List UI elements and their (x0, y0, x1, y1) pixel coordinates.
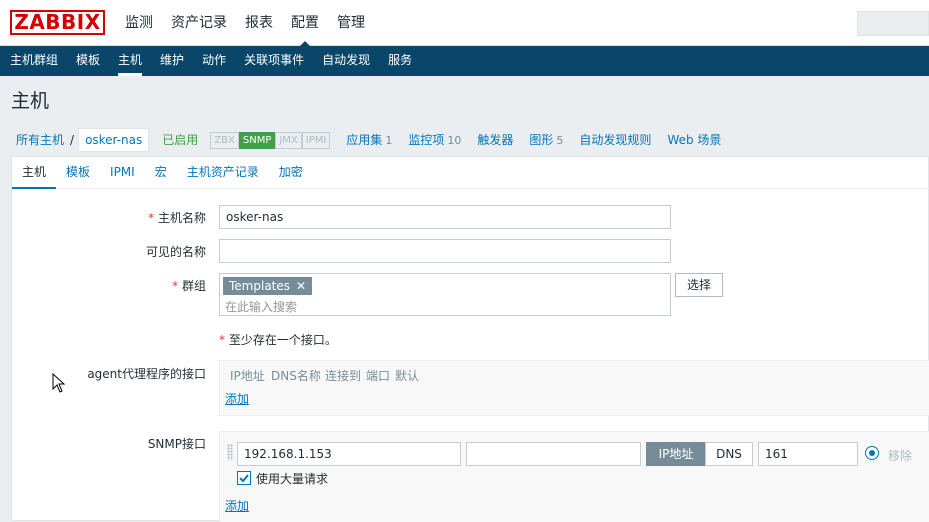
agent-interfaces-block: IP地址 DNS名称 连接到 端口 默认 添加 (219, 360, 929, 416)
main-menu: 监测 资产记录 报表 配置 管理 (116, 0, 374, 47)
host-name-input[interactable]: osker-nas (219, 205, 671, 229)
interface-required-note: 至少存在一个接口。 (219, 331, 337, 348)
status-enabled-link[interactable]: 已启用 (162, 129, 198, 151)
applications-label: 应用集 (346, 132, 383, 147)
mouse-cursor-icon (52, 373, 66, 393)
menu-reports[interactable]: 报表 (236, 0, 282, 46)
web-scenarios-label: Web 场景 (667, 133, 722, 147)
col-default: 默认 (395, 369, 420, 383)
graphs-count: 5 (556, 133, 564, 147)
col-port: 端口 (366, 369, 391, 383)
submenu-event-correlation[interactable]: 关联项事件 (235, 46, 313, 76)
groups-multiselect[interactable]: Templates ✕ 在此输入搜索 (219, 273, 671, 316)
agent-interface-label: agent代理程序的接口 (87, 367, 206, 381)
check-icon (239, 474, 249, 483)
tab-encryption[interactable]: 加密 (269, 157, 313, 188)
zabbix-logo[interactable]: ZABBIX (10, 10, 105, 35)
host-navigation: 所有主机 / osker-nas 已启用 ZBX SNMP JMX IPMI 应… (11, 128, 721, 152)
all-hosts-link[interactable]: 所有主机 (11, 129, 69, 151)
remove-chip-icon[interactable]: ✕ (296, 277, 306, 295)
submenu-discovery[interactable]: 自动发现 (313, 46, 379, 76)
remove-interface-link[interactable]: 移除 (888, 447, 912, 464)
items-link[interactable]: 监控项 10 (408, 129, 461, 152)
group-chip-templates: Templates ✕ (223, 277, 313, 295)
items-count: 10 (447, 133, 462, 147)
snmp-port-input[interactable]: 161 (758, 442, 858, 466)
menu-configuration[interactable]: 配置 (282, 0, 328, 47)
snmp-ip-input[interactable]: 192.168.1.153 (237, 442, 461, 466)
tab-macros[interactable]: 宏 (145, 157, 177, 188)
default-interface-radio[interactable] (865, 446, 879, 460)
groups-label: 群组 (172, 277, 206, 294)
menu-administration[interactable]: 管理 (328, 0, 374, 46)
ipmi-badge: IPMI (301, 131, 331, 149)
graphs-label: 图形 (529, 132, 554, 147)
items-label: 监控项 (408, 132, 445, 147)
global-search-input[interactable] (857, 11, 929, 36)
col-ip: IP地址 (230, 369, 265, 383)
submenu-templates[interactable]: 模板 (67, 46, 109, 76)
agent-add-link[interactable]: 添加 (225, 390, 249, 407)
connect-dns-toggle[interactable]: DNS (705, 442, 753, 466)
bulk-requests-label: 使用大量请求 (256, 472, 329, 486)
sub-menu: 主机群组 模板 主机 维护 动作 关联项事件 自动发现 服务 (0, 46, 929, 76)
submenu-host-groups[interactable]: 主机群组 (1, 46, 67, 76)
page-title: 主机 (11, 90, 50, 112)
zbx-badge: ZBX (210, 131, 239, 149)
submenu-actions[interactable]: 动作 (193, 46, 235, 76)
triggers-label: 触发器 (477, 133, 514, 147)
current-host-crumb[interactable]: osker-nas (78, 128, 150, 152)
jmx-badge: JMX (275, 131, 302, 149)
visible-name-label: 可见的名称 (145, 245, 206, 259)
tab-host-inventory[interactable]: 主机资产记录 (177, 157, 269, 188)
submenu-services[interactable]: 服务 (379, 46, 421, 76)
col-connect: 连接到 (325, 369, 362, 383)
snmp-badge: SNMP (238, 131, 276, 149)
triggers-link[interactable]: 触发器 (477, 129, 513, 151)
visible-name-input[interactable] (219, 239, 671, 263)
snmp-interfaces-block: 192.168.1.153 IP地址 DNS 161 移除 使用大量请求 添加 (219, 431, 929, 522)
availability-badges: ZBX SNMP JMX IPMI (210, 131, 331, 149)
discovery-rules-label: 自动发现规则 (579, 133, 652, 147)
select-groups-button[interactable]: 选择 (675, 273, 723, 297)
tab-templates[interactable]: 模板 (56, 157, 100, 188)
discovery-rules-link[interactable]: 自动发现规则 (579, 129, 651, 151)
col-dns: DNS名称 (271, 369, 321, 383)
tab-ipmi[interactable]: IPMI (100, 157, 145, 188)
submenu-maintenance[interactable]: 维护 (151, 46, 193, 76)
snmp-interface-label: SNMP接口 (147, 437, 206, 451)
top-header: ZABBIX 监测 资产记录 报表 配置 管理 (0, 0, 929, 47)
host-form: 主机 模板 IPMI 宏 主机资产记录 加密 主机名称 osker-nas 可见… (11, 156, 929, 522)
web-scenarios-link[interactable]: Web 场景 (667, 129, 721, 151)
snmp-dns-input[interactable] (466, 442, 641, 466)
group-chip-label: Templates (229, 279, 291, 293)
host-name-label: 主机名称 (148, 209, 206, 226)
tab-host[interactable]: 主机 (12, 157, 57, 189)
applications-count: 1 (385, 133, 393, 147)
breadcrumb-separator: / (70, 133, 75, 147)
connect-ip-toggle[interactable]: IP地址 (646, 442, 706, 466)
drag-handle-icon[interactable] (227, 444, 233, 460)
groups-search-input[interactable]: 在此输入搜索 (225, 298, 297, 315)
submenu-hosts[interactable]: 主机 (109, 46, 151, 76)
form-tabs: 主机 模板 IPMI 宏 主机资产记录 加密 (12, 157, 929, 189)
bulk-requests-checkbox[interactable] (237, 471, 251, 485)
graphs-link[interactable]: 图形 5 (529, 129, 563, 152)
snmp-add-link[interactable]: 添加 (225, 497, 249, 514)
menu-inventory[interactable]: 资产记录 (162, 0, 236, 46)
menu-monitoring[interactable]: 监测 (116, 0, 162, 46)
applications-link[interactable]: 应用集 1 (346, 129, 392, 152)
